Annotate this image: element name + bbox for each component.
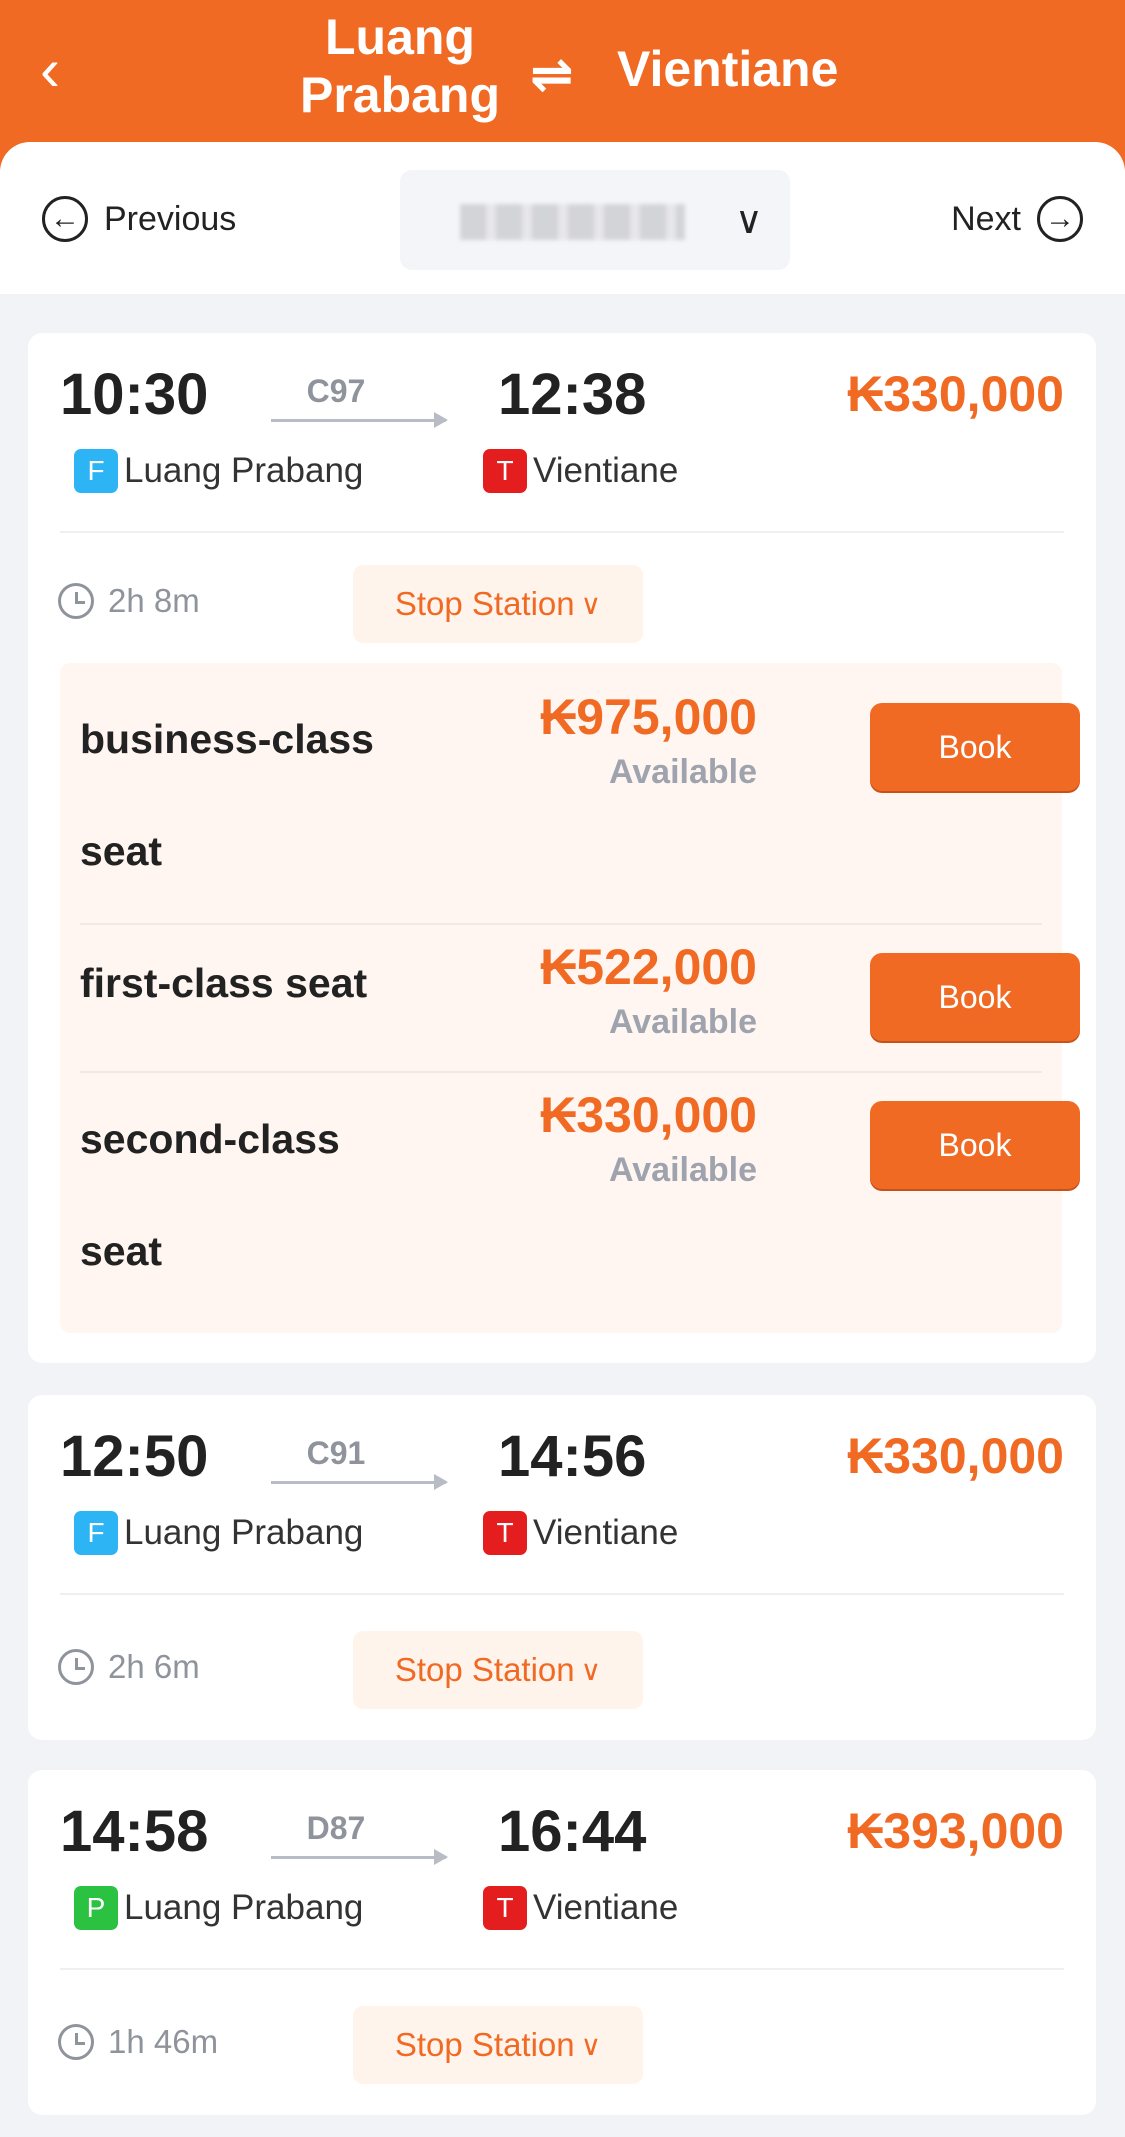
seat-class-name: business-class seat <box>80 716 374 874</box>
divider <box>60 531 1064 533</box>
chevron-down-icon: ∨ <box>580 588 602 620</box>
departure-time: 10:30 <box>60 362 209 427</box>
seat-availability: Available <box>608 753 757 791</box>
stop-station-toggle[interactable]: Stop Station ∨ <box>353 2006 643 2084</box>
arrival-time: 16:44 <box>498 1799 647 1864</box>
divider <box>80 1071 1042 1073</box>
duration-text: 2h 6m <box>108 1648 200 1685</box>
arrival-time: 12:38 <box>498 362 647 427</box>
departure-station-name: Luang Prabang <box>124 451 364 490</box>
seat-class-list: business-class seat ₭975,000 Available B… <box>60 663 1080 1333</box>
arrow-left-icon: ← <box>42 196 88 242</box>
terminal-badge: T <box>483 449 527 493</box>
book-button[interactable]: Book <box>870 703 1080 791</box>
train-card[interactable]: 14:58 D87 16:44 ₭393,000 P Luang Prabang… <box>28 1770 1096 2115</box>
book-button[interactable]: Book <box>870 953 1080 1041</box>
date-navigation: ← Previous ∨ Next → <box>0 142 1125 294</box>
lowest-price: ₭393,000 <box>847 1803 1064 1859</box>
passing-badge: P <box>74 1886 118 1930</box>
route-arrow-icon <box>271 1849 448 1865</box>
seat-price: ₭975,000 <box>540 689 757 745</box>
arrival-station: T Vientiane <box>483 1886 678 1930</box>
arrival-station-name: Vientiane <box>533 1888 679 1927</box>
train-card[interactable]: 10:30 C97 12:38 ₭330,000 F Luang Prabang… <box>28 333 1096 1363</box>
stop-station-toggle[interactable]: Stop Station ∨ <box>353 565 643 643</box>
seat-price: ₭330,000 <box>540 1087 757 1143</box>
stop-station-label: Stop Station <box>394 585 575 622</box>
seat-class-name: second-class seat <box>80 1116 340 1274</box>
date-value-redacted <box>460 204 685 240</box>
train-card[interactable]: 12:50 C91 14:56 ₭330,000 F Luang Prabang… <box>28 1395 1096 1740</box>
clock-icon <box>58 2024 94 2060</box>
origin-badge: F <box>74 449 118 493</box>
arrival-station-name: Vientiane <box>533 1513 679 1552</box>
route-title: Luang Prabang ⇌ Vientiane <box>0 0 1125 150</box>
seat-price: ₭522,000 <box>540 939 757 995</box>
chevron-down-icon: ∨ <box>580 2029 602 2061</box>
chevron-down-icon: ∨ <box>735 200 763 242</box>
terminal-badge: T <box>483 1886 527 1930</box>
divider <box>80 923 1042 925</box>
chevron-down-icon: ∨ <box>580 1654 602 1686</box>
departure-station: F Luang Prabang <box>74 449 363 493</box>
arrival-station: T Vientiane <box>483 449 678 493</box>
train-number: D87 <box>306 1810 366 1846</box>
swap-icon[interactable]: ⇌ <box>530 45 574 105</box>
destination-city: Vientiane <box>617 41 839 97</box>
trip-duration: 2h 8m <box>58 582 200 620</box>
departure-station-name: Luang Prabang <box>124 1888 364 1927</box>
terminal-badge: T <box>483 1511 527 1555</box>
origin-city: Luang Prabang <box>299 9 501 123</box>
book-button[interactable]: Book <box>870 1101 1080 1189</box>
next-label: Next <box>951 199 1021 238</box>
stop-station-label: Stop Station <box>394 1651 575 1688</box>
arrival-time: 14:56 <box>498 1424 647 1489</box>
train-number: C97 <box>306 373 366 409</box>
divider <box>60 1968 1064 1970</box>
arrival-station-name: Vientiane <box>533 451 679 490</box>
trip-duration: 2h 6m <box>58 1648 200 1686</box>
clock-icon <box>58 1649 94 1685</box>
previous-label: Previous <box>104 199 237 238</box>
divider <box>60 1593 1064 1595</box>
seat-availability: Available <box>608 1151 757 1189</box>
date-selector[interactable]: ∨ <box>400 170 790 270</box>
lowest-price: ₭330,000 <box>847 366 1064 422</box>
arrow-right-icon: → <box>1037 196 1083 242</box>
departure-station: P Luang Prabang <box>74 1886 363 1930</box>
duration-text: 1h 46m <box>108 2023 219 2060</box>
lowest-price: ₭330,000 <box>847 1428 1064 1484</box>
origin-badge: F <box>74 1511 118 1555</box>
clock-icon <box>58 583 94 619</box>
duration-text: 2h 8m <box>108 582 200 619</box>
seat-class-name: first-class seat <box>80 960 368 1006</box>
route-arrow-icon <box>271 1474 448 1490</box>
departure-station-name: Luang Prabang <box>124 1513 364 1552</box>
route-arrow-icon <box>271 412 448 428</box>
previous-day-button[interactable]: ← Previous <box>42 192 236 246</box>
train-number: C91 <box>306 1435 366 1471</box>
trip-duration: 1h 46m <box>58 2023 218 2061</box>
departure-time: 14:58 <box>60 1799 209 1864</box>
next-day-button[interactable]: Next → <box>951 192 1083 246</box>
arrival-station: T Vientiane <box>483 1511 678 1555</box>
stop-station-toggle[interactable]: Stop Station ∨ <box>353 1631 643 1709</box>
departure-station: F Luang Prabang <box>74 1511 363 1555</box>
stop-station-label: Stop Station <box>394 2026 575 2063</box>
seat-availability: Available <box>608 1003 757 1041</box>
departure-time: 12:50 <box>60 1424 209 1489</box>
